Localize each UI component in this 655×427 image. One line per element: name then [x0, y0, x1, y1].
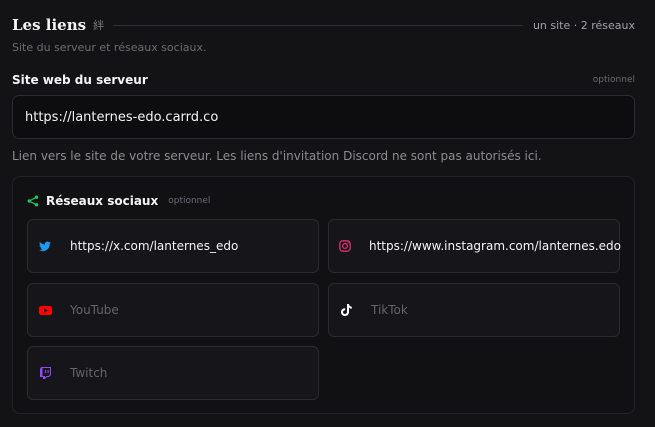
- header-divider: [113, 24, 523, 26]
- social-field-instagram[interactable]: https://www.instagram.com/lanternes.edo: [328, 219, 621, 273]
- tiktok-icon: [339, 303, 353, 317]
- website-label-row: Site web du serveur optionnel: [12, 73, 635, 87]
- website-optional-tag: optionnel: [592, 75, 635, 85]
- instagram-icon: [339, 239, 351, 253]
- youtube-icon: [38, 303, 52, 317]
- instagram-url: https://www.instagram.com/lanternes.edo: [369, 239, 621, 253]
- social-field-youtube[interactable]: YouTube: [27, 283, 319, 337]
- website-url-input[interactable]: [12, 95, 635, 139]
- social-networks-header: Réseaux sociaux optionnel: [27, 194, 210, 208]
- website-hint: Lien vers le site de votre serveur. Les …: [12, 149, 542, 163]
- social-field-twitter[interactable]: https://x.com/lanternes_edo: [27, 219, 319, 273]
- tiktok-placeholder: TikTok: [371, 303, 408, 317]
- twitter-url: https://x.com/lanternes_edo: [70, 239, 239, 253]
- twitter-bird-icon: [38, 239, 52, 253]
- website-label: Site web du serveur: [12, 73, 148, 87]
- social-networks-card: Réseaux sociaux optionnel https://x.com/…: [12, 176, 635, 414]
- social-field-twitch[interactable]: Twitch: [27, 346, 319, 400]
- social-networks-title: Réseaux sociaux: [46, 194, 159, 208]
- youtube-placeholder: YouTube: [70, 303, 119, 317]
- twitch-icon: [38, 366, 52, 380]
- section-title: Les liens: [12, 16, 87, 34]
- links-summary: un site · 2 réseaux: [532, 18, 635, 32]
- section-header: Les liens 絆 un site · 2 réseaux: [12, 14, 635, 36]
- social-networks-optional-tag: optionnel: [168, 196, 211, 206]
- twitch-placeholder: Twitch: [70, 366, 108, 380]
- section-subtitle: Site du serveur et réseaux sociaux.: [12, 41, 207, 54]
- social-field-tiktok[interactable]: TikTok: [328, 283, 620, 337]
- section-title-kanji: 絆: [93, 19, 105, 32]
- share-icon: [27, 195, 39, 207]
